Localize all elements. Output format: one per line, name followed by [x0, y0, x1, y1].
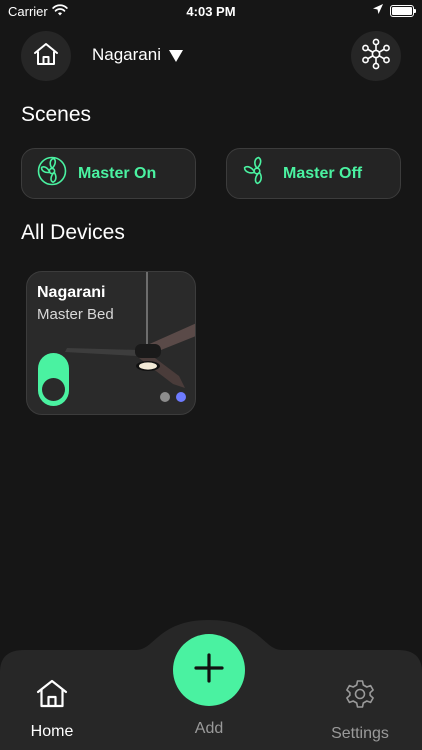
device-name: Nagarani: [37, 284, 106, 301]
location-selector[interactable]: Nagarani: [92, 45, 183, 65]
scene-label: Master On: [78, 164, 157, 182]
all-devices-title: All Devices: [21, 221, 125, 244]
caret-down-icon: [169, 49, 183, 62]
clock: 4:03 PM: [186, 4, 236, 19]
fan-off-icon: [241, 155, 273, 192]
page-indicator-dot[interactable]: [160, 392, 170, 402]
home-button[interactable]: [21, 31, 71, 81]
device-room: Master Bed: [37, 306, 114, 323]
location-name: Nagarani: [92, 45, 161, 64]
location-arrow-icon: [372, 3, 384, 18]
home-icon: [33, 42, 59, 71]
page-indicator-dot-active[interactable]: [176, 392, 186, 402]
status-bar: Carrier 4:03 PM: [0, 0, 422, 22]
device-power-toggle[interactable]: [38, 353, 69, 406]
nav-settings-label: Settings: [331, 725, 389, 742]
plus-icon: [193, 652, 225, 689]
battery-icon: [390, 5, 416, 17]
gear-icon: [344, 678, 376, 715]
fan-icon: [36, 155, 68, 192]
nav-settings[interactable]: Settings: [325, 678, 395, 743]
device-card[interactable]: Nagarani Master Bed: [26, 271, 196, 415]
scenes-title: Scenes: [21, 103, 92, 126]
add-button[interactable]: [173, 634, 245, 706]
nav-home-label: Home: [30, 723, 74, 740]
network-hub-icon: [360, 38, 392, 75]
scene-master-on[interactable]: Master On: [21, 148, 196, 199]
scene-master-off[interactable]: Master Off: [226, 148, 401, 199]
network-hub-button[interactable]: [351, 31, 401, 81]
toggle-knob: [42, 378, 65, 401]
scene-label: Master Off: [283, 164, 363, 182]
home-icon: [35, 678, 69, 713]
nav-add-label: Add: [194, 720, 224, 737]
nav-home[interactable]: Home: [22, 678, 82, 741]
